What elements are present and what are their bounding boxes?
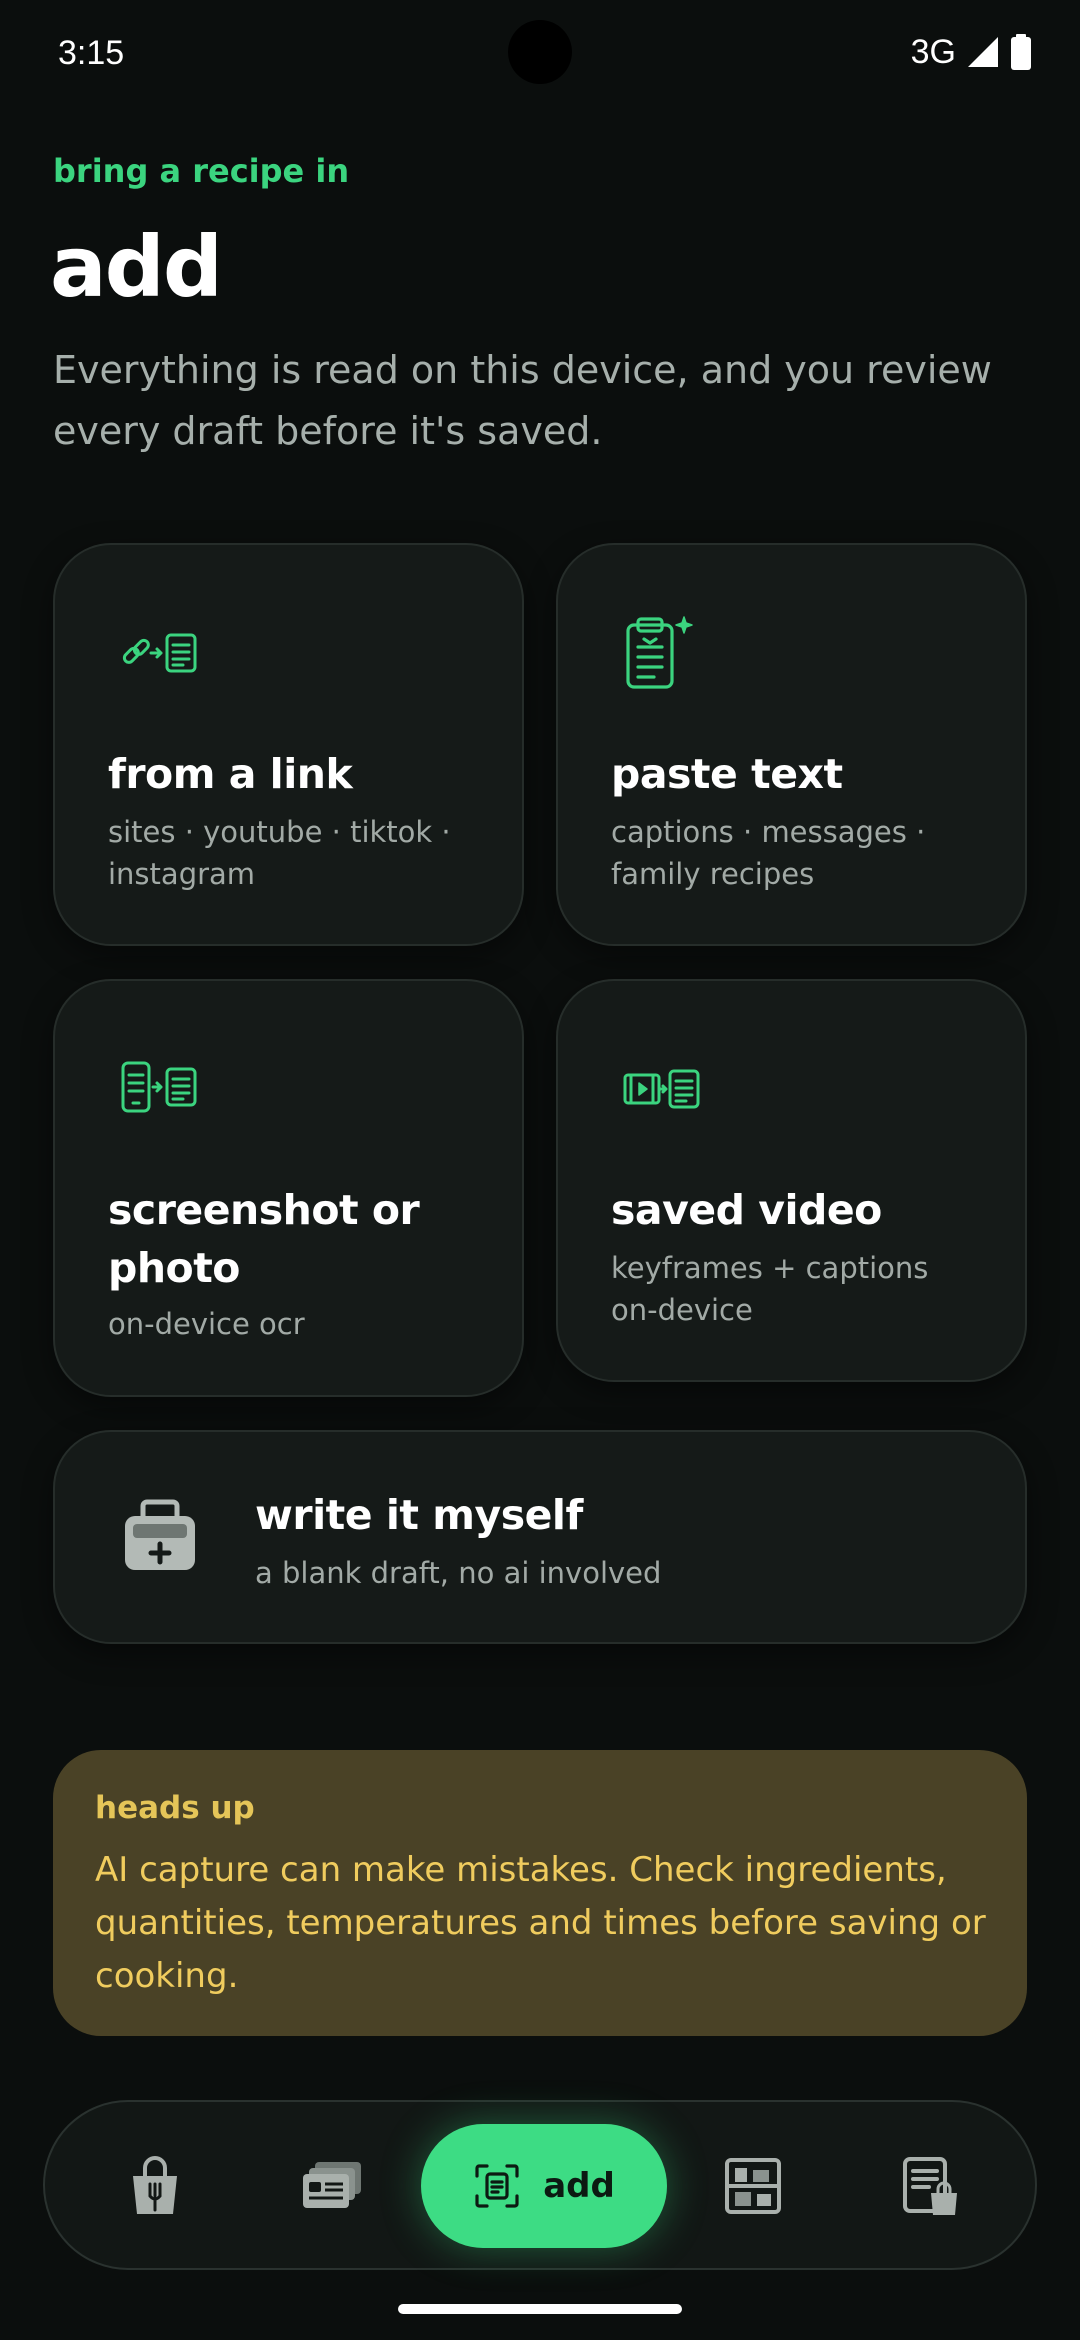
saved-video-title: saved video <box>611 1186 882 1234</box>
status-time: 3:15 <box>58 34 125 72</box>
screenshot-photo-card[interactable]: screenshot or photo on-device ocr <box>53 979 524 1397</box>
from-link-title: from a link <box>108 750 353 798</box>
add-recipe-screen: 3:15 3G bring a recipe in add Everything… <box>0 0 1080 2340</box>
from-link-card[interactable]: from a link sites · youtube · tiktok · i… <box>53 543 524 946</box>
grocery-list-bag-icon <box>903 2157 957 2215</box>
write-myself-title: write it myself <box>255 1491 583 1539</box>
screenshot-photo-title: screenshot or photo <box>108 1186 420 1292</box>
battery-icon <box>1011 34 1031 70</box>
paste-text-card[interactable]: paste text captions · messages · family … <box>556 543 1027 946</box>
front-camera <box>508 20 572 84</box>
ai-warning-notice: heads up AI capture can make mistakes. C… <box>53 1750 1027 2036</box>
page-eyebrow: bring a recipe in <box>53 152 350 190</box>
clipboard-sparkle-icon <box>626 616 693 689</box>
nav-recipes[interactable] <box>273 2126 393 2246</box>
write-myself-card[interactable]: write it myself a blank draft, no ai inv… <box>53 1430 1027 1644</box>
status-indicators: 3G <box>911 30 1032 74</box>
nav-add-button[interactable]: add <box>421 2124 667 2248</box>
shopping-bag-fork-icon <box>133 2156 177 2214</box>
video-to-recipe-icon <box>623 1069 700 1109</box>
scan-recipe-icon <box>475 2164 519 2208</box>
page-title: add <box>50 218 223 316</box>
status-bar: 3:15 3G <box>0 0 1080 110</box>
recipe-cards-stack-icon <box>303 2162 361 2208</box>
nav-add-label: add <box>543 2166 615 2206</box>
notice-text: AI capture can make mistakes. Check ingr… <box>95 1850 986 1996</box>
saved-video-card[interactable]: saved video keyframes + captions on-devi… <box>556 979 1027 1382</box>
from-link-subtitle: sites · youtube · tiktok · instagram <box>108 815 451 891</box>
nav-pantry[interactable] <box>693 2126 813 2246</box>
nav-grocery-list[interactable] <box>871 2126 991 2246</box>
write-myself-subtitle: a blank draft, no ai involved <box>255 1556 662 1590</box>
pantry-shelf-icon <box>725 2158 781 2214</box>
bottom-navigation: add <box>43 2100 1037 2270</box>
home-indicator[interactable] <box>398 2304 682 2314</box>
page-subtitle: Everything is read on this device, and y… <box>53 348 992 453</box>
recipe-box-add-icon <box>125 1499 195 1570</box>
paste-text-title: paste text <box>611 750 843 798</box>
network-type: 3G <box>910 32 956 71</box>
screenshot-photo-subtitle: on-device ocr <box>108 1307 305 1341</box>
signal-icon <box>968 37 998 67</box>
paste-text-subtitle: captions · messages · family recipes <box>611 815 926 891</box>
saved-video-subtitle: keyframes + captions on-device <box>611 1251 929 1327</box>
nav-pantry-shop[interactable] <box>95 2126 215 2246</box>
notice-label: heads up <box>95 1790 255 1826</box>
phone-to-recipe-icon <box>121 1061 197 1113</box>
link-to-recipe-icon <box>122 633 197 673</box>
